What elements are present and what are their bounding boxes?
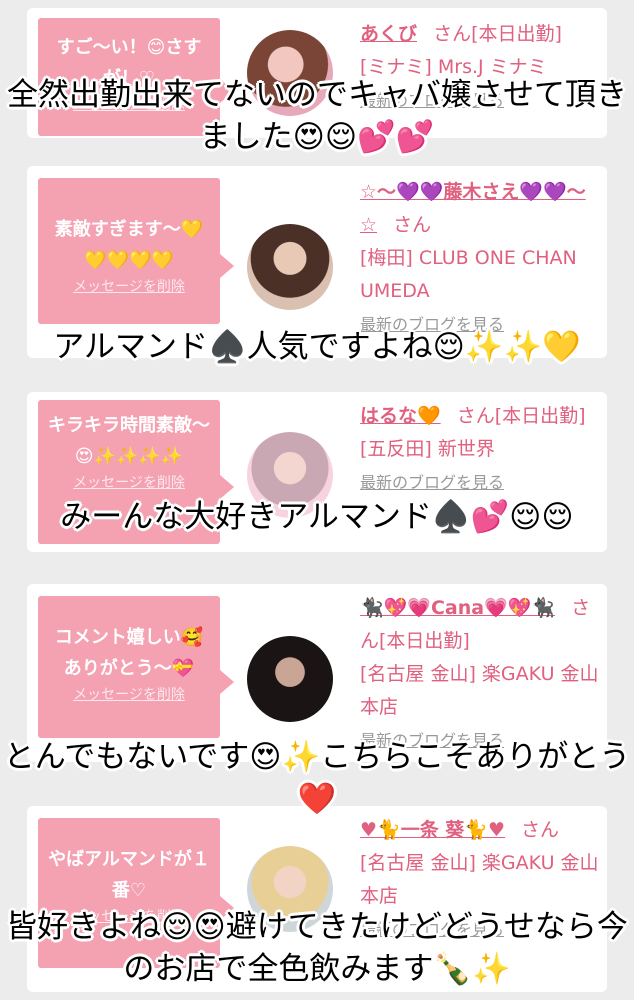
cast-suffix: さん[本日出勤] (456, 405, 586, 427)
cast-name-link[interactable]: あくび (360, 23, 417, 45)
delete-message-link[interactable]: メッセージを削除 (38, 684, 220, 704)
cast-info: ☆〜💜💜藤木さえ💜💜〜☆ さん [梅田] CLUB ONE CHAN UMEDA… (360, 176, 600, 341)
overlay-caption: みーんな大好きアルマンド♠️💕😌😌 (60, 499, 574, 535)
cast-name-link[interactable]: 🐈‍⬛💖💗Cana💗💖🐈‍⬛ (360, 597, 555, 619)
shop-link[interactable]: [梅田] CLUB ONE CHAN UMEDA (360, 247, 577, 302)
overlay-caption: 皆好きよね😌😍避けてきたけどどうせなら今のお店で全色飲みます🍾✨ (6, 909, 628, 987)
message-text: 素敵すぎます〜💛💛💛💛💛 (54, 219, 204, 271)
overlay-caption: とんでもないです😍✨こちらこそありがとう❤️ (3, 739, 631, 817)
avatar[interactable] (247, 636, 333, 722)
avatar[interactable] (247, 224, 333, 310)
message-text: コメント嬉しい🥰ありがとう〜💝 (54, 627, 204, 679)
message-text: やばアルマンドが１番♡ (48, 849, 210, 901)
cast-suffix: さん[本日出勤] (433, 23, 562, 45)
overlay-caption: 全然出勤出来てないのでキャバ嬢させて頂きました😍😌💕💕 (7, 77, 627, 155)
message-bubble: 素敵すぎます〜💛💛💛💛💛 メッセージを削除 (38, 178, 234, 324)
message-bubble: コメント嬉しい🥰ありがとう〜💝 メッセージを削除 (38, 596, 234, 738)
cast-info: 🐈‍⬛💖💗Cana💗💖🐈‍⬛ さん[本日出勤] [名古屋 金山] 楽GAKU 金… (360, 592, 600, 757)
cast-suffix: さん (521, 819, 560, 841)
shop-link[interactable]: [名古屋 金山] 楽GAKU 金山本店 (360, 852, 599, 907)
shop-link[interactable]: [五反田] 新世界 (360, 438, 495, 460)
cast-name-link[interactable]: はるな🧡 (360, 405, 441, 427)
cast-suffix: さん (393, 214, 432, 236)
overlay-caption: アルマンド♠️人気ですよね😌✨✨💛 (53, 329, 581, 365)
cast-info: はるな🧡 さん[本日出勤] [五反田] 新世界 最新のブログを見る (360, 400, 600, 499)
shop-link[interactable]: [名古屋 金山] 楽GAKU 金山本店 (360, 663, 599, 718)
message-text: キラキラ時間素敵〜😍✨✨✨✨ (48, 415, 210, 467)
latest-blog-link[interactable]: 最新のブログを見る (360, 473, 504, 492)
cast-name-link[interactable]: ♥🐈一条 葵🐈♥ (360, 819, 505, 841)
delete-message-link[interactable]: メッセージを削除 (38, 276, 220, 296)
delete-message-link[interactable]: メッセージを削除 (38, 472, 220, 492)
